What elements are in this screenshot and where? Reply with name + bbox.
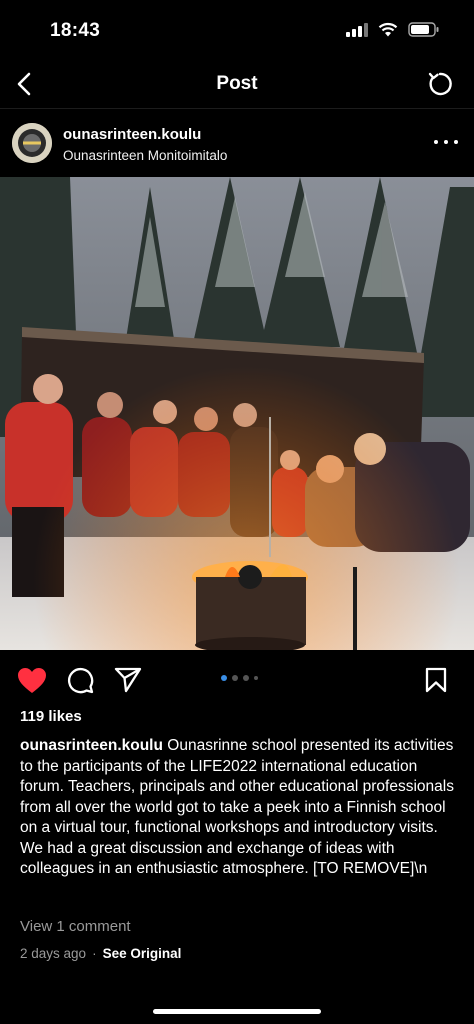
refresh-icon [428, 72, 452, 96]
home-indicator[interactable] [153, 1009, 321, 1014]
caption-username[interactable]: ounasrinteen.koulu [20, 737, 163, 754]
see-original-link[interactable]: See Original [103, 946, 182, 961]
carousel-dot [243, 675, 249, 681]
carousel-dot [221, 675, 227, 681]
status-time: 18:43 [50, 20, 101, 41]
page-title: Post [216, 73, 258, 94]
view-comments-link[interactable]: View 1 comment [20, 918, 131, 935]
post-timestamp: 2 days ago [20, 946, 87, 961]
carousel-dot [254, 676, 258, 680]
comment-icon [67, 667, 94, 694]
carousel-indicator [221, 675, 258, 681]
nav-divider [0, 108, 474, 109]
post-username[interactable]: ounasrinteen.koulu [63, 126, 201, 143]
meta-separator: · [92, 946, 97, 961]
avatar[interactable] [12, 123, 52, 163]
refresh-button[interactable] [424, 68, 456, 100]
status-bar: 18:43 [0, 0, 474, 60]
more-options-button[interactable] [434, 134, 458, 150]
likes-count[interactable]: 119 likes [20, 708, 82, 725]
bookmark-icon [425, 667, 447, 693]
like-button[interactable] [16, 664, 48, 696]
nav-bar: Post [0, 62, 474, 106]
action-bar [0, 660, 474, 700]
post-header: ounasrinteen.koulu Ounasrinteen Monitoim… [0, 120, 474, 170]
comment-button[interactable] [64, 664, 96, 696]
post-caption: ounasrinteen.koulu Ounasrinne school pre… [20, 736, 460, 880]
post-photo[interactable] [0, 177, 474, 650]
save-button[interactable] [420, 664, 452, 696]
cellular-signal-icon [346, 22, 368, 37]
heart-icon [18, 667, 46, 693]
battery-icon [408, 22, 439, 37]
post-meta: 2 days ago · See Original [20, 946, 181, 961]
post-location[interactable]: Ounasrinteen Monitoimitalo [63, 148, 227, 163]
share-button[interactable] [112, 664, 144, 696]
carousel-dot [232, 675, 238, 681]
wifi-icon [378, 22, 398, 37]
caption-text: Ounasrinne school presented its activiti… [20, 737, 454, 877]
more-icon [434, 140, 438, 144]
send-icon [114, 667, 142, 693]
